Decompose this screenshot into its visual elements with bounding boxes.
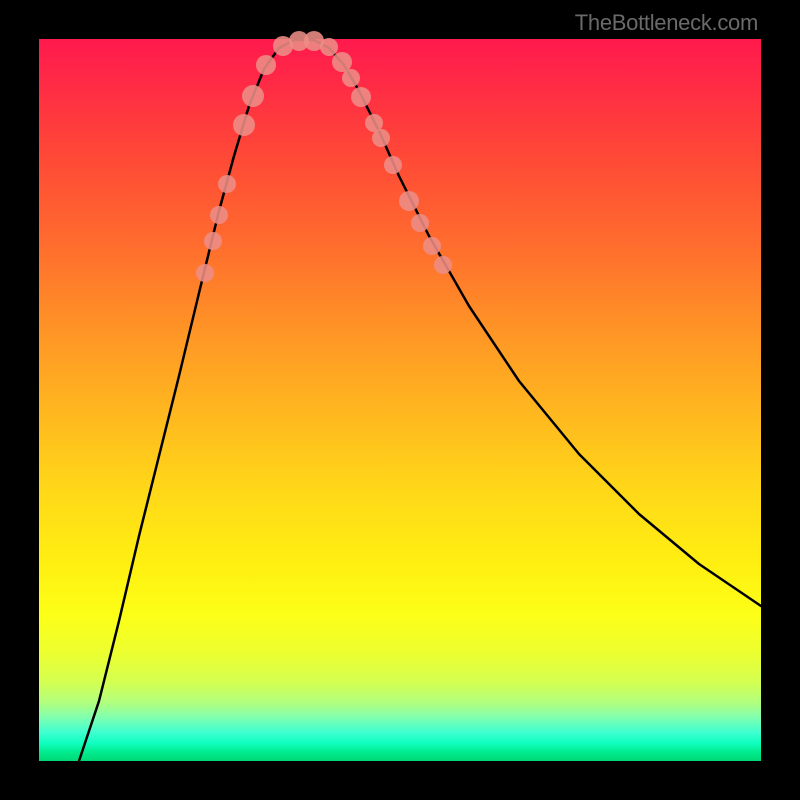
chart-container: TheBottleneck.com	[0, 0, 800, 800]
data-marker	[196, 264, 214, 282]
data-marker	[342, 69, 360, 87]
data-marker	[320, 38, 338, 56]
data-marker	[411, 214, 429, 232]
data-marker	[256, 55, 276, 75]
data-marker	[332, 52, 352, 72]
watermark-text: TheBottleneck.com	[575, 10, 758, 36]
data-marker	[372, 129, 390, 147]
plot-gradient-area	[39, 39, 761, 761]
data-marker	[384, 156, 402, 174]
curve-path	[79, 40, 761, 761]
data-marker	[242, 85, 264, 107]
data-marker	[423, 237, 441, 255]
data-marker	[210, 206, 228, 224]
data-marker	[218, 175, 236, 193]
data-marker	[233, 114, 255, 136]
bottleneck-curve	[79, 40, 761, 761]
data-marker	[351, 87, 371, 107]
data-marker	[434, 256, 452, 274]
data-marker	[399, 191, 419, 211]
chart-svg	[39, 39, 761, 761]
data-marker	[204, 232, 222, 250]
